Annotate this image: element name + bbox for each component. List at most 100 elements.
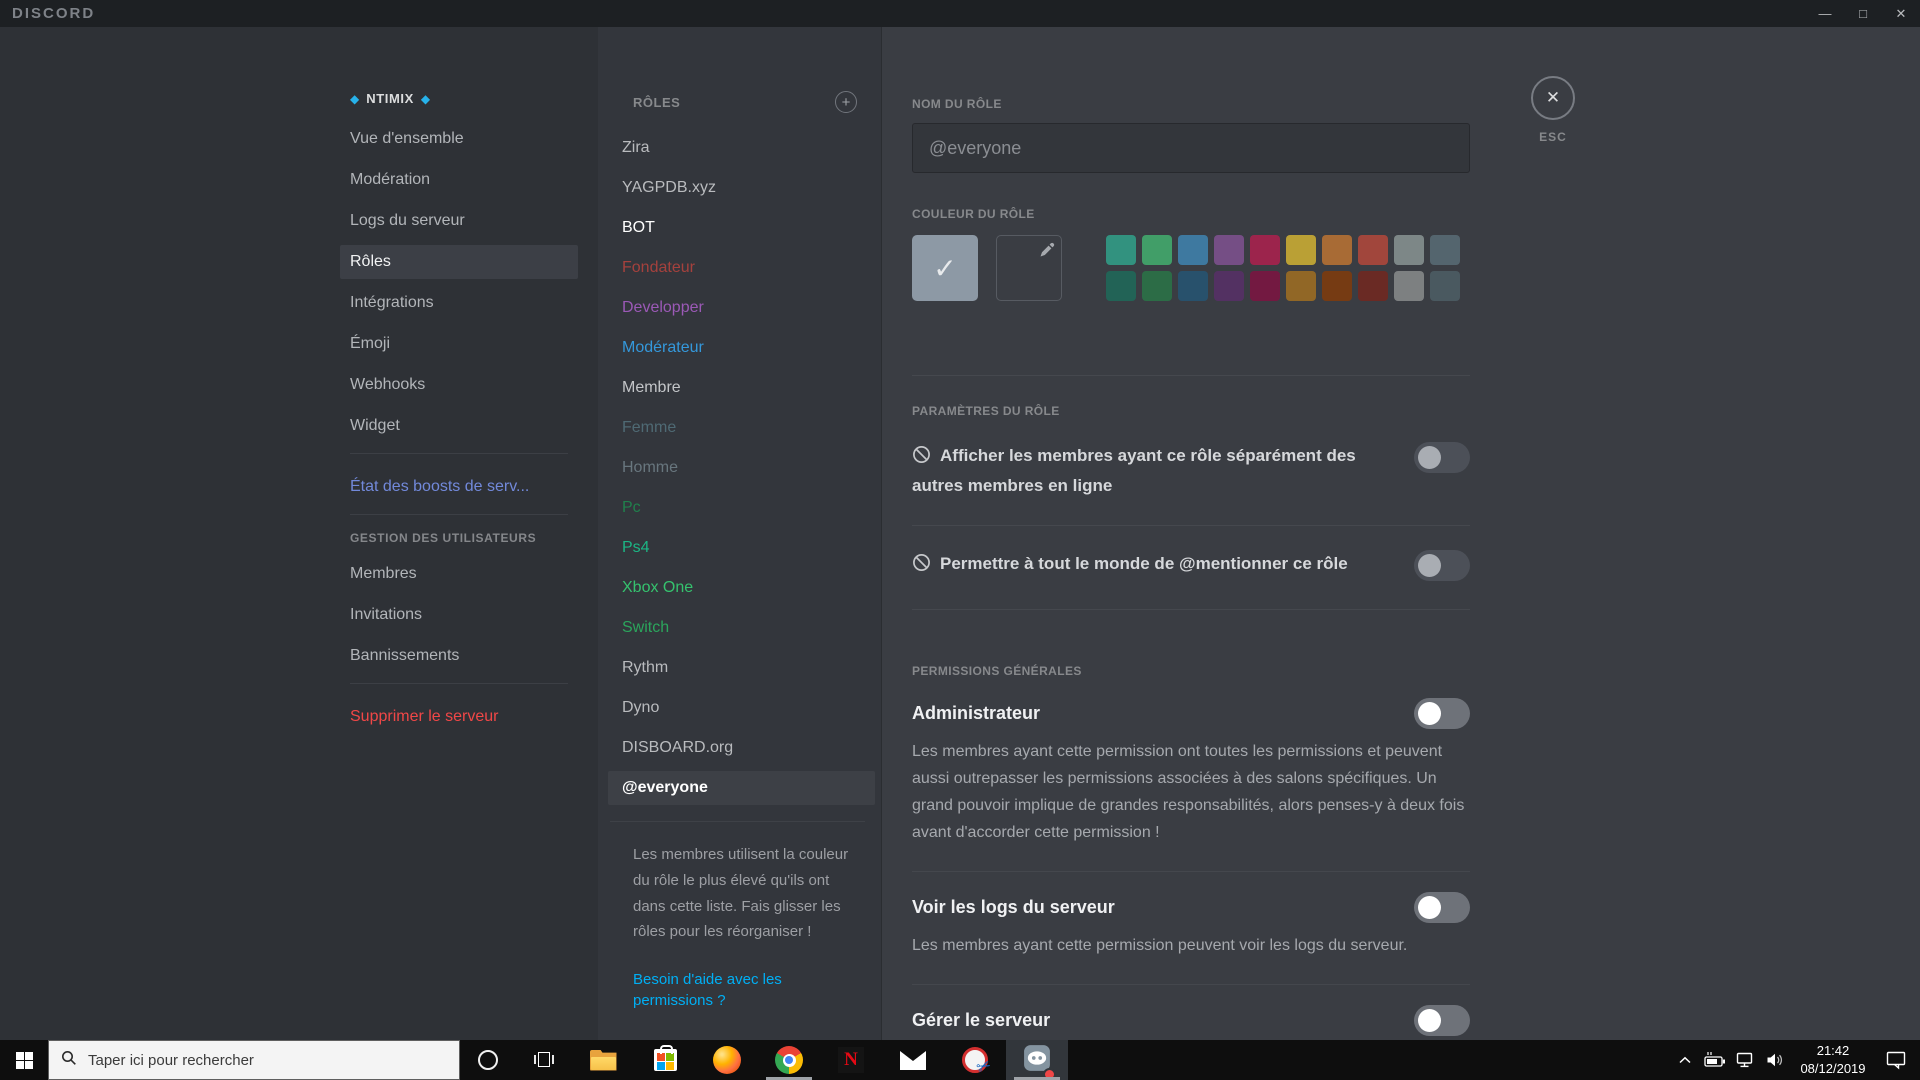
taskbar-search[interactable] xyxy=(48,1040,460,1080)
sidebar-item[interactable]: Invitations xyxy=(340,598,578,632)
action-center-icon[interactable] xyxy=(1876,1040,1916,1080)
role-list-item[interactable]: DISBOARD.org xyxy=(608,731,875,765)
permission-row: Gérer le serveur xyxy=(912,985,1470,1040)
permission-title: Administrateur xyxy=(912,703,1041,724)
color-swatch[interactable] xyxy=(1106,271,1136,301)
color-swatch[interactable] xyxy=(1322,271,1352,301)
search-input[interactable] xyxy=(88,1051,447,1069)
user-management-section-header: GESTION DES UTILISATEURS xyxy=(350,531,537,545)
system-tray: 21:42 08/12/2019 xyxy=(1670,1040,1920,1080)
taskbar-firefox-button[interactable] xyxy=(696,1040,758,1080)
color-swatch[interactable] xyxy=(1430,235,1460,265)
taskbar-netflix-button[interactable]: N xyxy=(820,1040,882,1080)
sidebar-item[interactable]: Rôles xyxy=(340,245,578,279)
taskbar-file-explorer-button[interactable] xyxy=(572,1040,634,1080)
role-list-item[interactable]: Switch xyxy=(608,611,875,645)
file-explorer-icon xyxy=(590,1050,617,1071)
color-swatch[interactable] xyxy=(1250,235,1280,265)
hidden-icons-chevron-icon[interactable] xyxy=(1670,1040,1700,1080)
task-view-button[interactable] xyxy=(516,1040,572,1080)
close-settings-icon[interactable]: ✕ xyxy=(1531,76,1575,120)
color-swatch[interactable] xyxy=(1394,235,1424,265)
taskbar-scissors-app-button[interactable]: ✂ xyxy=(944,1040,1006,1080)
color-swatch[interactable] xyxy=(1250,271,1280,301)
battery-icon[interactable] xyxy=(1700,1040,1730,1080)
role-list-item[interactable]: Femme xyxy=(608,411,875,445)
color-swatch[interactable] xyxy=(1178,271,1208,301)
no-entry-icon xyxy=(912,553,931,580)
taskbar-mail-button[interactable] xyxy=(882,1040,944,1080)
role-list-item[interactable]: Developper xyxy=(608,291,875,325)
color-swatch[interactable] xyxy=(1142,235,1172,265)
sidebar-item[interactable]: Intégrations xyxy=(340,286,578,320)
role-list-item[interactable]: Homme xyxy=(608,451,875,485)
role-color-label: COULEUR DU RÔLE xyxy=(912,207,1035,221)
color-swatch[interactable] xyxy=(1178,235,1208,265)
permissions-help-link[interactable]: Besoin d'aide avec les permissions ? xyxy=(633,969,805,1011)
role-list-item[interactable]: Pc xyxy=(608,491,875,525)
taskbar-discord-button[interactable] xyxy=(1006,1040,1068,1080)
mention-toggle[interactable] xyxy=(1414,550,1470,582)
task-view-icon xyxy=(534,1052,554,1068)
color-swatch[interactable] xyxy=(1214,235,1244,265)
color-swatch[interactable] xyxy=(1106,235,1136,265)
minimize-button[interactable]: — xyxy=(1806,0,1844,27)
color-swatch[interactable] xyxy=(1430,271,1460,301)
close-button[interactable]: ✕ xyxy=(1882,0,1920,27)
sidebar-item[interactable]: Émoji xyxy=(340,327,578,361)
sidebar-item-server-boost-status[interactable]: État des boosts de serv... xyxy=(340,470,578,504)
start-button[interactable] xyxy=(0,1040,48,1080)
role-list-item[interactable]: Xbox One xyxy=(608,571,875,605)
sidebar-item[interactable]: Modération xyxy=(340,163,578,197)
color-swatch[interactable] xyxy=(1286,235,1316,265)
delete-server-button[interactable]: Supprimer le serveur xyxy=(340,700,578,734)
role-list-item[interactable]: YAGPDB.xyz xyxy=(608,171,875,205)
network-icon[interactable] xyxy=(1730,1040,1760,1080)
role-list-item[interactable]: Ps4 xyxy=(608,531,875,565)
custom-color-swatch[interactable] xyxy=(996,235,1062,301)
add-role-icon[interactable]: + xyxy=(835,91,857,113)
color-swatch[interactable] xyxy=(1322,235,1352,265)
color-swatch[interactable] xyxy=(1358,235,1388,265)
role-list-item[interactable]: Dyno xyxy=(608,691,875,725)
role-list-item[interactable]: @everyone xyxy=(608,771,875,805)
hoist-toggle[interactable] xyxy=(1414,442,1470,473)
role-list-item[interactable]: Membre xyxy=(608,371,875,405)
color-swatch[interactable] xyxy=(1142,271,1172,301)
maximize-button[interactable]: □ xyxy=(1844,0,1882,27)
color-swatch[interactable] xyxy=(1286,271,1316,301)
taskbar-chrome-button[interactable] xyxy=(758,1040,820,1080)
volume-icon[interactable] xyxy=(1760,1040,1790,1080)
permission-toggle[interactable] xyxy=(1414,891,1470,923)
screen: DISCORD — □ ✕ ◆ NTIMIX ◆ Vue d'ensemble … xyxy=(0,0,1920,1080)
default-color-swatch[interactable]: ✓ xyxy=(912,235,978,301)
sidebar-item[interactable]: Webhooks xyxy=(340,368,578,402)
role-name-input[interactable] xyxy=(912,123,1470,173)
sidebar-item[interactable]: Membres xyxy=(340,557,578,591)
sidebar-item[interactable]: Bannissements xyxy=(340,639,578,673)
role-list-item[interactable]: Modérateur xyxy=(608,331,875,365)
close-settings-control: ✕ ESC xyxy=(1523,76,1583,144)
cortana-button[interactable] xyxy=(460,1040,516,1080)
permission-toggle[interactable] xyxy=(1414,1004,1470,1036)
taskbar-store-button[interactable] xyxy=(634,1040,696,1080)
general-permissions-header: PERMISSIONS GÉNÉRALES xyxy=(912,664,1082,679)
sidebar-item[interactable]: Widget xyxy=(340,409,578,443)
color-swatch[interactable] xyxy=(1214,271,1244,301)
sidebar-item[interactable]: Vue d'ensemble xyxy=(340,122,578,156)
role-list-item[interactable]: Zira xyxy=(608,131,875,165)
role-list-item[interactable]: Fondateur xyxy=(608,251,875,285)
role-name-label: NOM DU RÔLE xyxy=(912,97,1002,111)
discord-icon xyxy=(1023,1044,1056,1080)
firefox-icon xyxy=(713,1046,741,1074)
sidebar-item[interactable]: Logs du serveur xyxy=(340,204,578,238)
divider xyxy=(350,453,568,454)
role-list-item[interactable]: Rythm xyxy=(608,651,875,685)
no-entry-icon xyxy=(912,445,931,472)
divider xyxy=(912,525,1470,527)
color-swatch[interactable] xyxy=(1358,271,1388,301)
taskbar-clock[interactable]: 21:42 08/12/2019 xyxy=(1790,1042,1876,1078)
color-swatch[interactable] xyxy=(1394,271,1424,301)
role-list-item[interactable]: BOT xyxy=(608,211,875,245)
permission-toggle[interactable] xyxy=(1414,698,1470,730)
